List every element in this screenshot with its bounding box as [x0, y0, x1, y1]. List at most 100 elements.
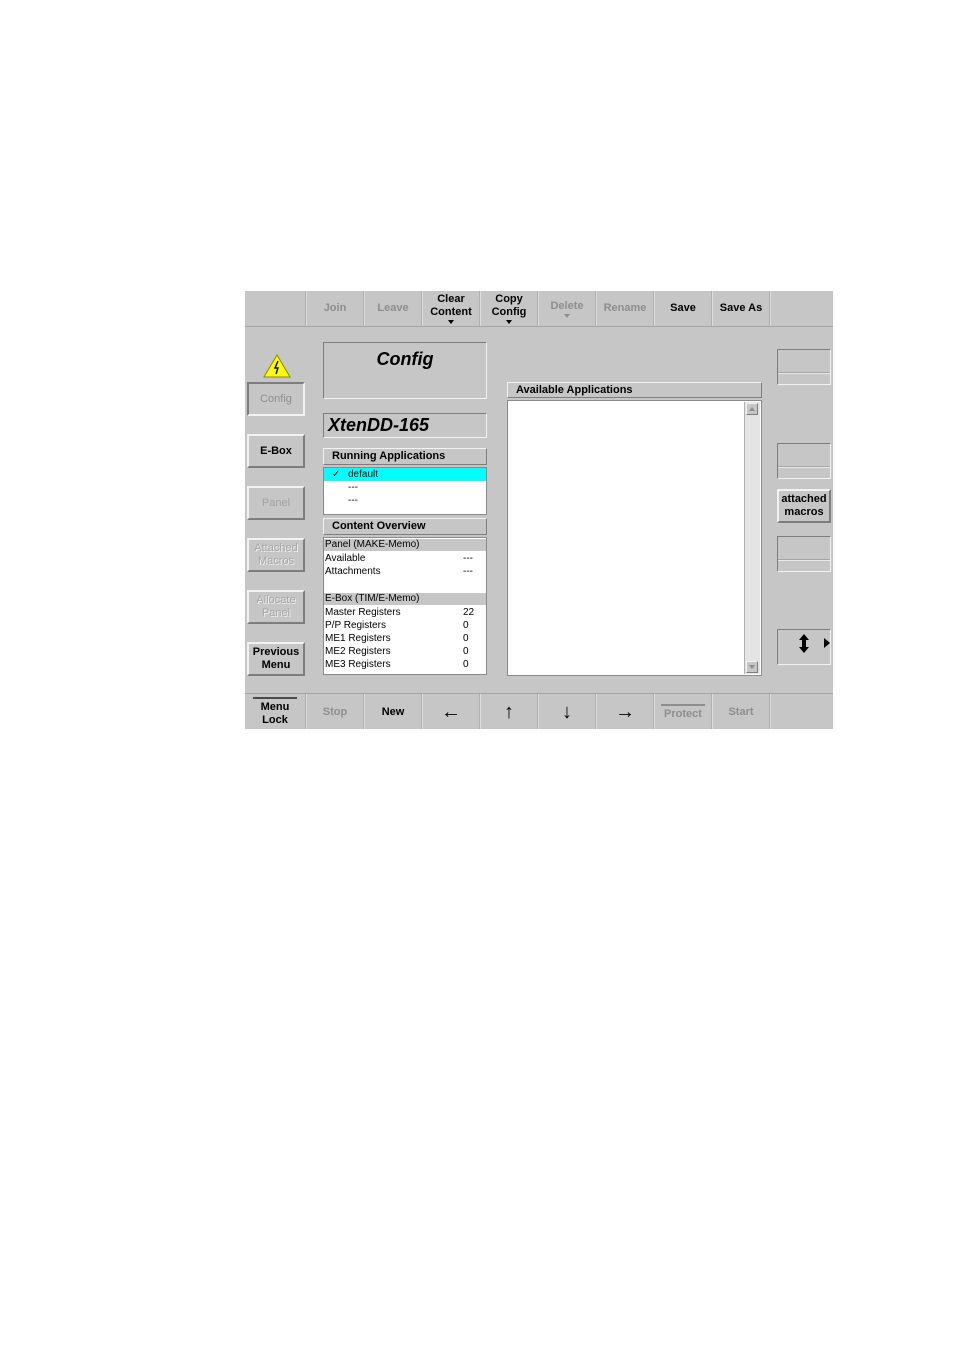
scroll-up-button[interactable] [746, 403, 758, 415]
overview-value: --- [463, 553, 473, 564]
attached-macros-button[interactable]: attached macros [777, 489, 831, 523]
overview-value: 22 [463, 607, 475, 618]
running-applications-header: Running Applications [323, 448, 487, 465]
vertical-move-icon [799, 634, 830, 653]
overview-value: 0 [463, 646, 469, 657]
available-applications-list[interactable] [507, 400, 762, 676]
clear-content-label-line1: Clear [437, 293, 465, 305]
arrow-down-icon: ↓ [562, 700, 572, 723]
overview-row: ME3 Registers 0 [324, 658, 486, 671]
nav-config-button[interactable]: Config [247, 382, 305, 416]
scroll-down-button[interactable] [746, 661, 758, 673]
nav-allocate-panel-line2: Panel [261, 607, 291, 619]
running-app-label: --- [348, 495, 358, 506]
nav-allocate-panel-button[interactable]: Allocate Panel [247, 590, 305, 624]
overview-value: 0 [463, 633, 469, 644]
start-button[interactable]: Start [712, 694, 770, 729]
dropdown-arrow-icon [506, 320, 512, 324]
nav-previous-menu-button[interactable]: Previous Menu [247, 642, 305, 676]
new-label: New [381, 705, 405, 718]
delete-button[interactable]: Delete [538, 291, 596, 326]
nav-ebox-button[interactable]: E-Box [247, 434, 305, 468]
overview-row: Master Registers 22 [324, 606, 486, 619]
menu-lock-line2: Lock [262, 714, 288, 726]
arrow-up-icon [749, 407, 755, 411]
nav-ebox-label: E-Box [260, 444, 292, 457]
overview-value: 0 [463, 659, 469, 670]
rename-label: Rename [603, 302, 647, 314]
leave-button[interactable]: Leave [364, 291, 422, 326]
overview-key: ME1 Registers [325, 633, 391, 644]
dropdown-arrow-icon [448, 320, 454, 324]
nav-attached-macros-line1: Attached [254, 542, 298, 554]
arrow-right-icon: → [615, 700, 635, 723]
nav-attached-macros-button[interactable]: Attached Macros [247, 538, 305, 572]
toolbar-empty-slot [245, 291, 306, 326]
rename-button[interactable]: Rename [596, 291, 654, 326]
move-right-button[interactable]: → [596, 694, 654, 729]
clear-content-label-line2: Content [430, 306, 472, 318]
overview-value: --- [463, 566, 473, 577]
content-overview-panel: Panel (MAKE-Memo) Available --- Attachmen… [323, 537, 487, 675]
move-down-button[interactable]: ↓ [538, 694, 596, 729]
top-toolbar: Join Leave Clear Content Copy Config Del… [245, 291, 833, 327]
save-button[interactable]: Save [654, 291, 712, 326]
start-label: Start [728, 705, 754, 718]
new-button[interactable]: New [364, 694, 422, 729]
copy-config-label-line2: Config [491, 306, 527, 318]
nav-previous-menu-line2: Menu [261, 659, 291, 671]
overview-key: Master Registers [325, 607, 401, 618]
overview-row: ME2 Registers 0 [324, 645, 486, 658]
leave-label: Leave [377, 302, 409, 314]
toolbar-empty-slot [770, 291, 833, 326]
soft-button-slot[interactable] [777, 349, 831, 385]
nav-panel-button[interactable]: Panel [247, 486, 305, 520]
attached-macros-line1: attached [781, 493, 827, 505]
join-button[interactable]: Join [306, 291, 364, 326]
ebox-section-title: E-Box (TIM/E-Memo) [324, 593, 486, 605]
bottom-toolbar: Menu Lock Stop New ← ↑ ↓ → Protect Start [245, 693, 833, 729]
page-title: Config [323, 342, 487, 399]
soft-button-slot[interactable] [777, 443, 831, 479]
toggle-indicator [253, 697, 297, 699]
nav-attached-macros-line2: Macros [257, 555, 295, 567]
running-app-label: --- [348, 482, 358, 493]
overview-key: ME3 Registers [325, 659, 391, 670]
soft-button-slot[interactable] [777, 536, 831, 572]
slot-divider [778, 559, 830, 561]
slot-divider [778, 466, 830, 468]
copy-config-label-line1: Copy [495, 293, 523, 305]
running-app-item[interactable]: --- [324, 494, 486, 507]
save-as-button[interactable]: Save As [712, 291, 770, 326]
overview-row: Attachments --- [324, 565, 486, 578]
protect-button[interactable]: Protect [654, 694, 712, 729]
protect-label: Protect [664, 707, 702, 720]
running-app-item[interactable]: ✓ default [324, 468, 486, 481]
scroll-control[interactable] [777, 629, 831, 665]
stop-button[interactable]: Stop [306, 694, 364, 729]
clear-content-button[interactable]: Clear Content [422, 291, 480, 326]
copy-config-button[interactable]: Copy Config [480, 291, 538, 326]
menu-lock-button[interactable]: Menu Lock [245, 694, 306, 729]
arrow-down-icon [749, 665, 755, 669]
overview-spacer [324, 578, 486, 592]
move-left-button[interactable]: ← [422, 694, 480, 729]
dropdown-arrow-icon [564, 313, 570, 318]
arrow-up-icon: ↑ [504, 700, 514, 723]
vertical-scrollbar[interactable] [744, 402, 760, 674]
toggle-indicator [661, 703, 705, 706]
slot-divider [778, 372, 830, 374]
overview-key: ME2 Registers [325, 646, 391, 657]
save-label: Save [670, 302, 696, 314]
overview-row: Available --- [324, 552, 486, 565]
stop-label: Stop [322, 705, 348, 718]
move-up-button[interactable]: ↑ [480, 694, 538, 729]
nav-allocate-panel-line1: Allocate [256, 594, 296, 606]
toolbar-empty-slot [770, 694, 833, 729]
save-as-label: Save As [719, 302, 763, 314]
running-app-item[interactable]: --- [324, 481, 486, 494]
config-window: Join Leave Clear Content Copy Config Del… [245, 291, 833, 729]
content-overview-header: Content Overview [323, 518, 487, 535]
nav-panel-label: Panel [261, 496, 291, 509]
join-label: Join [323, 302, 347, 314]
